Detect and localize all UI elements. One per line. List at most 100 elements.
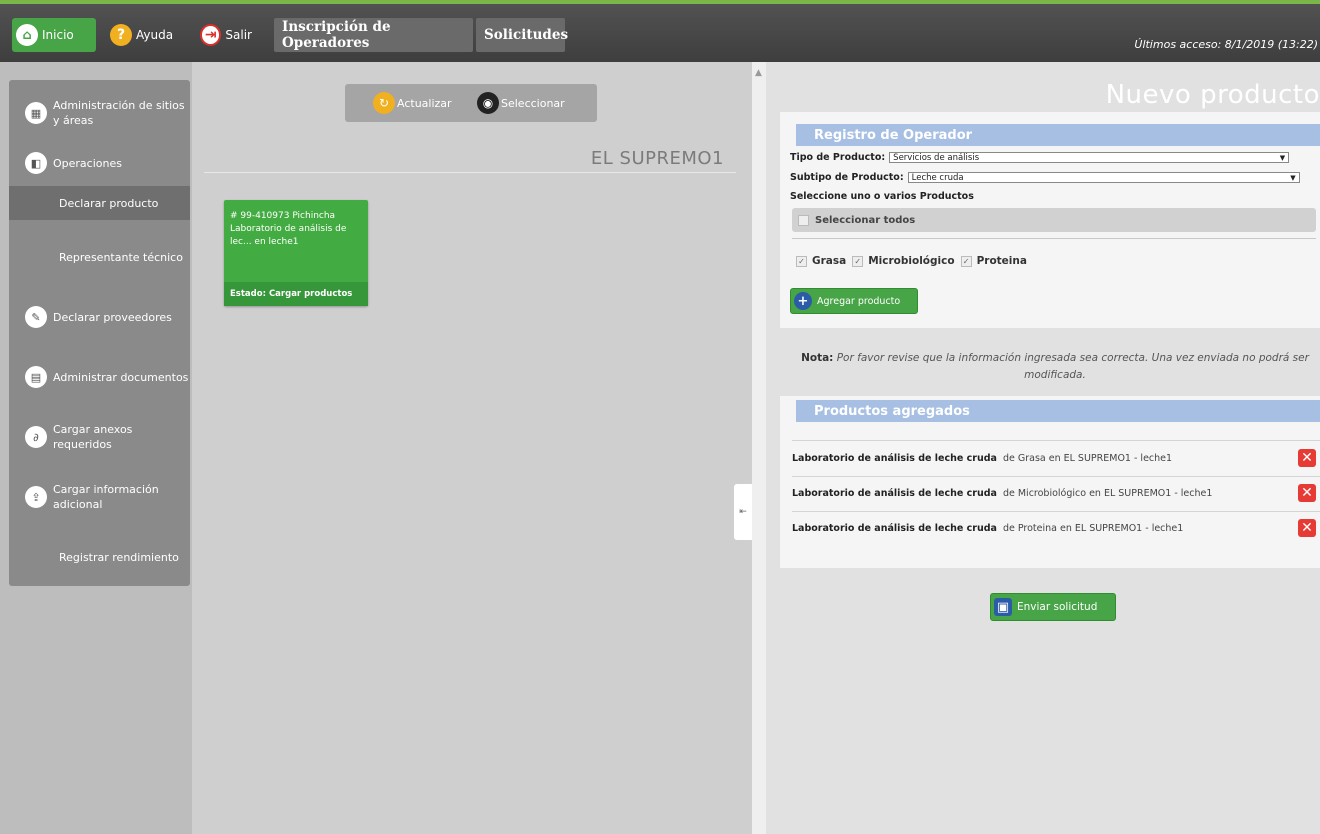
divider xyxy=(792,511,1320,512)
collapse-panel-tab[interactable]: ⇤ xyxy=(734,484,752,540)
home-label: Inicio xyxy=(42,28,74,42)
check-icon: ✓ xyxy=(960,255,972,267)
home-button[interactable]: ⌂ Inicio xyxy=(12,18,96,52)
sidebar-item-operaciones[interactable]: ◧ Operaciones xyxy=(9,146,190,180)
product-title: Laboratorio de análisis de leche cruda xyxy=(792,452,997,464)
checkbox-label: Proteina xyxy=(976,255,1027,267)
divider xyxy=(792,476,1320,477)
product-checkboxes: ✓ Grasa ✓ Microbiológico ✓ Proteina xyxy=(796,255,1033,267)
refresh-icon: ↻ xyxy=(373,92,395,114)
divider xyxy=(204,172,736,173)
action-toolbar: ↻ Actualizar ◉ Seleccionar xyxy=(345,84,597,122)
question-icon: ? xyxy=(110,24,132,46)
sidebar-item-informacion[interactable]: ⇪ Cargar información adicional xyxy=(9,478,190,516)
added-product-row: Laboratorio de análisis de leche cruda d… xyxy=(792,449,1320,467)
dropdown-arrow-icon: ▼ xyxy=(1279,154,1286,162)
sidebar-item-rendimiento[interactable]: Registrar rendimiento xyxy=(9,538,190,576)
tipo-row: Tipo de Producto: Servicios de análisis … xyxy=(790,152,1290,163)
checkbox-microbiologico[interactable]: ✓ Microbiológico xyxy=(852,255,955,267)
panel-splitter[interactable] xyxy=(752,62,766,834)
card-id: # 99-410973 Pichincha xyxy=(230,211,336,221)
subtipo-value: Leche cruda xyxy=(911,173,964,183)
send-request-button[interactable]: ▣ Enviar solicitud xyxy=(990,593,1116,621)
product-title: Laboratorio de análisis de leche cruda xyxy=(792,522,997,534)
select-products-label: Seleccione uno o varios Productos xyxy=(790,191,974,202)
scroll-up-icon[interactable]: ▲ xyxy=(755,68,762,78)
checkbox-label: Grasa xyxy=(812,255,847,267)
sidebar-item-label: Representante técnico xyxy=(59,250,183,264)
note-text: Nota: Por favor revise que la informació… xyxy=(790,350,1320,384)
checkbox-icon xyxy=(798,214,809,226)
added-product-row: Laboratorio de análisis de leche cruda d… xyxy=(792,519,1320,537)
divider xyxy=(792,238,1316,239)
operator-name: EL SUPREMO1 xyxy=(590,148,724,169)
sites-icon: ▦ xyxy=(25,102,47,124)
sidebar-item-proveedores[interactable]: ✎ Declarar proveedores xyxy=(9,298,190,336)
plus-icon: + xyxy=(794,292,812,310)
checkbox-grasa[interactable]: ✓ Grasa xyxy=(796,255,846,267)
select-all-label: Seleccionar todos xyxy=(815,214,916,226)
help-label: Ayuda xyxy=(136,28,174,42)
refresh-button[interactable]: ↻ Actualizar xyxy=(373,92,452,114)
check-icon: ✓ xyxy=(852,255,864,267)
delete-icon[interactable]: ✕ xyxy=(1298,484,1316,502)
sidebar-item-documentos[interactable]: ▤ Administrar documentos xyxy=(9,358,190,396)
tab-inscripcion-operadores[interactable]: Inscripción de Operadores xyxy=(274,18,473,52)
added-products-header: Productos agregados xyxy=(796,400,1320,422)
note-label: Nota: xyxy=(801,352,834,364)
sidebar-item-anexos[interactable]: ∂ Cargar anexos requeridos xyxy=(9,418,190,456)
sidebar-item-label: Cargar información adicional xyxy=(53,483,159,511)
tipo-select[interactable]: Servicios de análisis ▼ xyxy=(889,152,1290,163)
sidebar-item-label: Declarar proveedores xyxy=(53,310,172,324)
sidebar-item-label: Operaciones xyxy=(53,156,122,170)
check-icon: ✓ xyxy=(796,255,807,267)
sidebar-item-label: Registrar rendimiento xyxy=(59,550,179,564)
add-product-button[interactable]: + Agregar producto xyxy=(790,288,918,314)
select-label: Seleccionar xyxy=(501,96,565,110)
added-product-row: Laboratorio de análisis de leche cruda d… xyxy=(792,484,1320,502)
logout-label: Salir xyxy=(225,28,252,42)
sidebar-item-label: Declarar producto xyxy=(59,196,159,210)
top-navbar: ⌂ Inicio ? Ayuda ⇥ Salir Inscripción de … xyxy=(0,4,1320,62)
sidebar-item-declarar-producto[interactable]: Declarar producto xyxy=(9,186,190,220)
product-title: Laboratorio de análisis de leche cruda xyxy=(792,487,997,499)
product-detail: de Proteina en EL SUPREMO1 - leche1 xyxy=(999,522,1184,534)
select-icon: ◉ xyxy=(477,92,499,114)
product-detail: de Grasa en EL SUPREMO1 - leche1 xyxy=(999,452,1173,464)
sidebar-item-label: Administrar documentos xyxy=(53,370,189,384)
registro-section-header: Registro de Operador xyxy=(796,124,1320,146)
checkbox-proteina[interactable]: ✓ Proteina xyxy=(960,255,1027,267)
delete-icon[interactable]: ✕ xyxy=(1298,519,1316,537)
help-button[interactable]: ? Ayuda xyxy=(106,18,184,52)
subtipo-label: Subtipo de Producto: xyxy=(790,172,904,183)
subtipo-select[interactable]: Leche cruda ▼ xyxy=(907,172,1300,183)
page-title: Nuevo producto xyxy=(1105,80,1320,110)
last-access-text: Últimos acceso: 8/1/2019 (13:22) xyxy=(1134,38,1318,51)
tab-solicitudes[interactable]: Solicitudes xyxy=(476,18,568,52)
subtipo-row: Subtipo de Producto: Leche cruda ▼ xyxy=(790,172,1300,183)
send-request-label: Enviar solicitud xyxy=(1017,601,1098,613)
suppliers-icon: ✎ xyxy=(25,306,47,328)
documents-icon: ▤ xyxy=(25,366,47,388)
info-upload-icon: ⇪ xyxy=(25,486,47,508)
card-body: # 99-410973 Pichincha Laboratorio de aná… xyxy=(230,210,364,249)
tipo-label: Tipo de Producto: xyxy=(790,152,886,163)
sidebar-menu: ▦ Administración de sitios y áreas ◧ Ope… xyxy=(9,80,190,586)
note-body: Por favor revise que la información ingr… xyxy=(836,352,1309,381)
operations-icon: ◧ xyxy=(25,152,47,174)
paperclip-icon: ∂ xyxy=(25,426,47,448)
logout-icon: ⇥ xyxy=(200,24,222,46)
checkbox-label: Microbiológico xyxy=(868,255,955,267)
sidebar-item-representante[interactable]: Representante técnico xyxy=(9,238,190,276)
delete-icon[interactable]: ✕ xyxy=(1298,449,1316,467)
home-icon: ⌂ xyxy=(16,24,38,46)
divider xyxy=(792,440,1320,441)
tipo-value: Servicios de análisis xyxy=(893,153,980,163)
select-all-checkbox[interactable]: Seleccionar todos xyxy=(792,208,1316,232)
refresh-label: Actualizar xyxy=(397,96,452,110)
select-button[interactable]: ◉ Seleccionar xyxy=(477,92,565,114)
logout-button[interactable]: ⇥ Salir xyxy=(196,18,258,52)
product-card[interactable]: # 99-410973 Pichincha Laboratorio de aná… xyxy=(224,200,368,306)
sidebar-item-sitios[interactable]: ▦ Administración de sitios y áreas xyxy=(9,94,190,132)
add-product-label: Agregar producto xyxy=(817,295,901,307)
